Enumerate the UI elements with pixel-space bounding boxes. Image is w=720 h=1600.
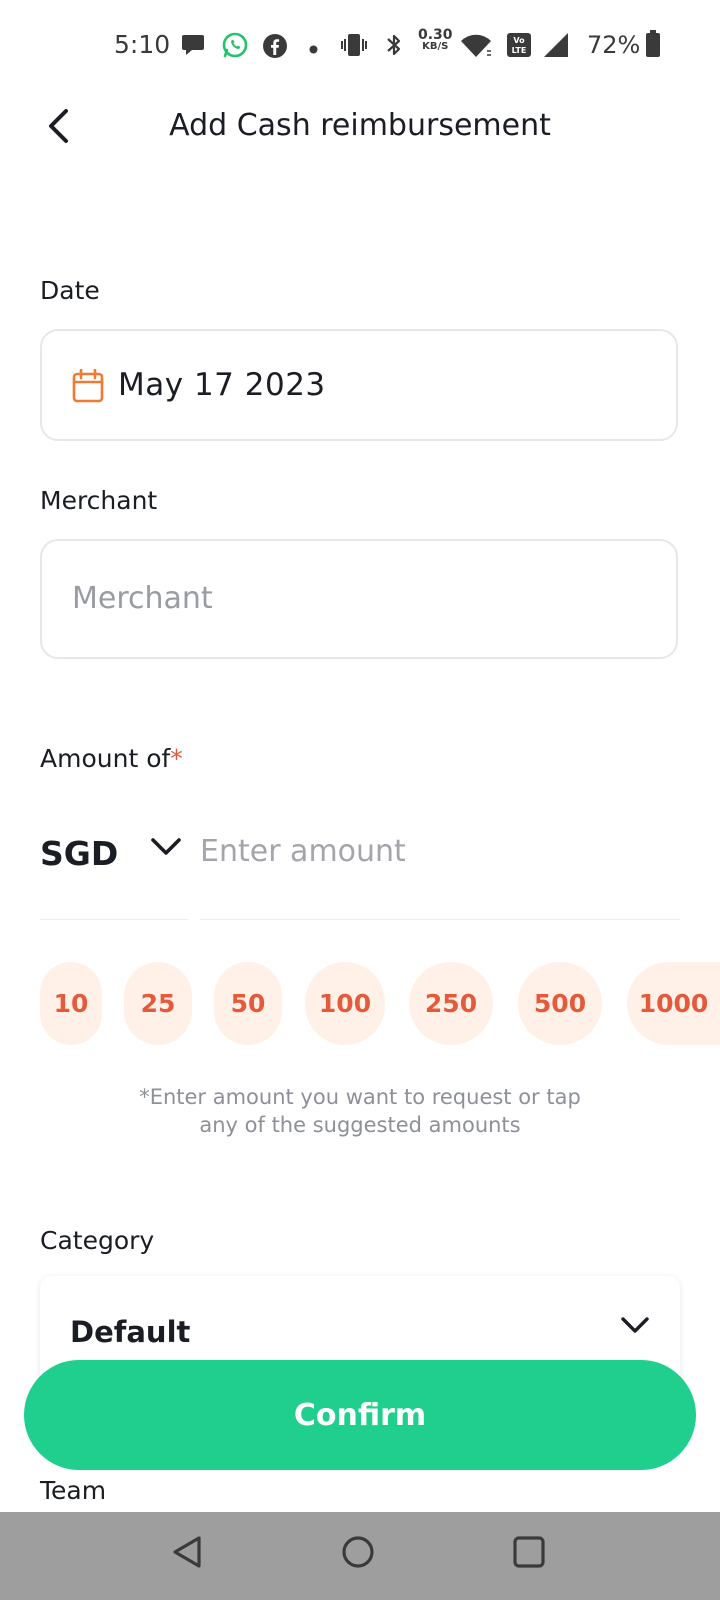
category-label: Category [40, 1226, 155, 1255]
amount-hint-line-1: *Enter amount you want to request or tap [139, 1085, 581, 1109]
amount-chip[interactable]: 250 [409, 962, 493, 1045]
network-speed-unit: KB/S [422, 41, 449, 52]
page-title: Add Cash reimbursement [169, 108, 551, 143]
signal-icon [542, 32, 570, 63]
svg-text:Vo: Vo [513, 36, 525, 45]
battery-percent: 72% [587, 31, 641, 59]
confirm-button[interactable]: Confirm [24, 1360, 696, 1470]
calendar-icon [72, 368, 104, 408]
vibrate-icon [340, 32, 368, 63]
wifi-icon [460, 33, 492, 64]
nav-home-button[interactable] [340, 1534, 376, 1575]
triangle-back-icon [173, 1536, 201, 1568]
whatsapp-icon [221, 31, 249, 64]
amount-chip[interactable]: 100 [305, 962, 385, 1045]
amount-underline [200, 919, 680, 920]
merchant-field[interactable] [40, 539, 678, 659]
screen: 5:10 0.30 KB/S Vo LTE 72% Add Cash reimb… [0, 0, 720, 1600]
status-time: 5:10 [114, 30, 171, 59]
chevron-down-icon[interactable] [150, 836, 182, 863]
square-recents-icon [513, 1536, 545, 1568]
amount-chip[interactable]: 500 [518, 962, 602, 1045]
amount-chip[interactable]: 25 [124, 962, 192, 1045]
date-value: May 17 2023 [118, 367, 326, 403]
merchant-label: Merchant [40, 486, 158, 515]
circle-home-icon [342, 1536, 374, 1568]
required-mark: * [170, 744, 183, 773]
category-value: Default [70, 1315, 191, 1349]
amount-hint: *Enter amount you want to request or tap… [60, 1083, 660, 1139]
message-icon [180, 32, 206, 63]
amount-chip[interactable]: 1000 [627, 962, 720, 1045]
amount-chip[interactable]: 10 [40, 962, 102, 1045]
merchant-input[interactable] [72, 581, 632, 616]
navigation-bar [0, 1512, 720, 1600]
amount-hint-line-2: any of the suggested amounts [199, 1113, 521, 1137]
amount-chip[interactable]: 50 [214, 962, 282, 1045]
date-field[interactable]: May 17 2023 [40, 329, 678, 441]
amount-label-text: Amount of [40, 744, 171, 773]
network-speed: 0.30 KB/S [418, 27, 453, 53]
team-label: Team [40, 1476, 107, 1505]
amount-label: Amount of* [40, 744, 183, 773]
date-label: Date [40, 276, 100, 305]
amount-input[interactable] [200, 834, 670, 869]
chevron-down-icon [620, 1316, 650, 1341]
facebook-icon [262, 33, 288, 64]
battery-icon [645, 30, 661, 63]
bluetooth-icon [384, 32, 404, 63]
network-speed-value: 0.30 [418, 27, 453, 43]
nav-back-button[interactable] [170, 1534, 204, 1575]
nav-recents-button[interactable] [512, 1534, 546, 1575]
currency-value[interactable]: SGD [40, 834, 118, 873]
status-bar: 5:10 0.30 KB/S Vo LTE 72% [0, 0, 720, 92]
dot-icon [309, 41, 318, 59]
currency-underline [40, 919, 188, 920]
svg-text:LTE: LTE [512, 46, 527, 55]
volte-icon: Vo LTE [506, 32, 532, 63]
